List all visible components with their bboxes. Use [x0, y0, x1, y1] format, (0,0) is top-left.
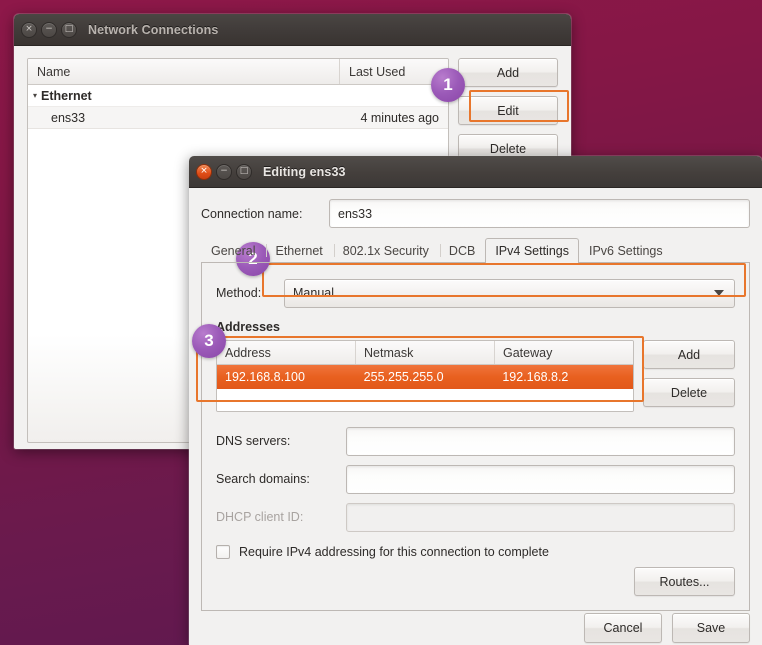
dhcp-client-id-input [346, 502, 735, 532]
connection-name-label: Connection name: [201, 206, 303, 221]
edit-dialog-body: Connection name: ens33 General Ethernet … [189, 188, 762, 645]
minimize-icon[interactable]: − [41, 21, 57, 38]
tab-ipv4-settings[interactable]: IPv4 Settings [485, 238, 579, 263]
method-select[interactable]: Manual [284, 278, 735, 308]
cell-address[interactable]: 192.168.8.100 [217, 365, 356, 389]
chevron-down-icon[interactable]: ▾ [33, 91, 37, 100]
add-connection-button[interactable]: Add [458, 58, 558, 87]
save-button[interactable]: Save [672, 613, 750, 643]
search-domains-row: Search domains: [216, 464, 735, 494]
method-row: Method: Manual [216, 278, 735, 308]
cell-gateway[interactable]: 192.168.8.2 [494, 365, 633, 389]
edit-dialog-titlebar[interactable]: × − □ Editing ens33 [189, 156, 762, 188]
addresses-actions: Add Delete [643, 340, 735, 412]
search-domains-input[interactable] [346, 464, 735, 494]
tab-ethernet[interactable]: Ethernet [265, 238, 332, 262]
ipv4-settings-panel: Method: Manual Addresses Address Netmask… [201, 263, 750, 611]
tab-ipv6-settings[interactable]: IPv6 Settings [579, 238, 673, 262]
search-domains-label: Search domains: [216, 472, 310, 486]
list-header: Name Last Used [28, 59, 448, 85]
add-address-button[interactable]: Add [643, 340, 735, 369]
method-value: Manual [293, 286, 334, 300]
dns-servers-input[interactable] [346, 426, 735, 456]
edit-connection-button[interactable]: Edit [458, 96, 558, 125]
column-header-gateway[interactable]: Gateway [495, 341, 633, 364]
dhcp-client-id-label: DHCP client ID: [216, 510, 304, 524]
settings-tabbar: General Ethernet 802.1x Security DCB IPv… [201, 238, 750, 263]
table-row[interactable]: 192.168.8.100 255.255.255.0 192.168.8.2 [217, 365, 633, 389]
network-connections-titlebar[interactable]: × − □ Network Connections [14, 14, 571, 46]
addresses-section-title: Addresses [216, 320, 280, 334]
tab-general[interactable]: General [201, 238, 265, 262]
tab-dcb[interactable]: DCB [439, 238, 485, 262]
connection-name-row: Connection name: ens33 [201, 199, 750, 228]
addresses-table-header: Address Netmask Gateway [217, 341, 633, 365]
require-ipv4-row[interactable]: Require IPv4 addressing for this connect… [216, 545, 735, 559]
chevron-down-icon[interactable] [714, 290, 724, 296]
window-title: Network Connections [88, 22, 219, 37]
maximize-icon[interactable]: □ [61, 21, 77, 38]
method-label: Method: [216, 286, 262, 300]
cancel-button[interactable]: Cancel [584, 613, 662, 643]
require-ipv4-label: Require IPv4 addressing for this connect… [239, 545, 549, 559]
routes-row: Routes... [216, 567, 735, 600]
dialog-title: Editing ens33 [263, 164, 346, 179]
dhcp-client-id-row: DHCP client ID: [216, 502, 735, 532]
require-ipv4-checkbox[interactable] [216, 545, 230, 559]
connection-name: ens33 [51, 110, 86, 125]
list-group-ethernet[interactable]: ▾ Ethernet [28, 85, 448, 107]
column-header-name[interactable]: Name [28, 59, 340, 84]
cell-netmask[interactable]: 255.255.255.0 [356, 365, 495, 389]
column-header-address[interactable]: Address [217, 341, 356, 364]
window-controls: × − □ [21, 21, 77, 38]
list-item[interactable]: ens33 4 minutes ago [28, 107, 448, 129]
addresses-table[interactable]: Address Netmask Gateway 192.168.8.100 25… [216, 340, 634, 412]
maximize-icon[interactable]: □ [236, 163, 252, 180]
connection-name-input[interactable]: ens33 [329, 199, 750, 228]
edit-connection-dialog: × − □ Editing ens33 Connection name: ens… [189, 156, 762, 645]
dns-servers-label: DNS servers: [216, 434, 291, 448]
step-badge-1: 1 [431, 68, 465, 102]
close-icon[interactable]: × [21, 21, 37, 38]
addresses-area: Address Netmask Gateway 192.168.8.100 25… [216, 340, 735, 412]
column-header-netmask[interactable]: Netmask [356, 341, 495, 364]
dialog-window-controls: × − □ [196, 163, 252, 180]
group-label: Ethernet [41, 88, 92, 103]
close-icon[interactable]: × [196, 163, 212, 180]
delete-address-button[interactable]: Delete [643, 378, 735, 407]
minimize-icon[interactable]: − [216, 163, 232, 180]
routes-button[interactable]: Routes... [634, 567, 735, 596]
step-badge-3: 3 [192, 324, 226, 358]
connection-last-used: 4 minutes ago [360, 110, 439, 125]
dns-servers-row: DNS servers: [216, 426, 735, 456]
tab-8021x-security[interactable]: 802.1x Security [333, 238, 439, 262]
table-empty-space [217, 389, 633, 411]
dialog-action-bar: Cancel Save [201, 611, 750, 645]
